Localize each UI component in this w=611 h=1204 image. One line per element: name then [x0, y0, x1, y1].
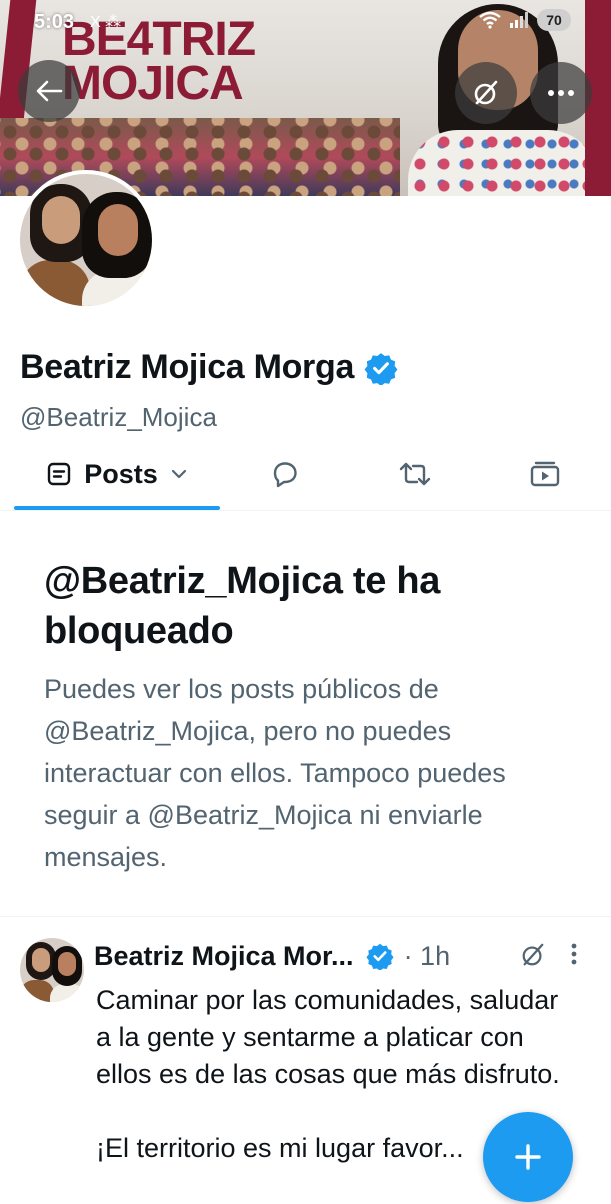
active-tab-indicator	[14, 506, 220, 510]
post-author-avatar[interactable]	[20, 938, 84, 1002]
divider	[0, 916, 611, 917]
post-timestamp[interactable]: · 1h	[404, 941, 451, 972]
blocked-notice-body: Puedes ver los posts públicos de @Beatri…	[44, 674, 506, 872]
more-options-button[interactable]	[530, 62, 592, 124]
post-header: Beatriz Mojica Mor... · 1h	[94, 936, 594, 976]
tab-replies[interactable]	[250, 440, 320, 508]
compose-post-button[interactable]	[483, 1112, 573, 1202]
grok-icon	[474, 80, 498, 105]
reply-bubble-icon	[273, 462, 297, 488]
banner-title-line2: MOJICA	[62, 57, 244, 110]
chevron-down-icon	[171, 469, 186, 479]
tab-reposts[interactable]	[380, 440, 450, 508]
back-arrow-icon	[36, 80, 63, 102]
tab-posts-label: Posts	[84, 458, 158, 489]
compose-plus-icon	[515, 1144, 541, 1170]
profile-handle: @Beatriz_Mojica	[20, 402, 217, 432]
media-icon	[530, 461, 560, 487]
wifi-icon	[479, 11, 501, 29]
signal-icon	[510, 12, 528, 28]
status-bar: 5:03 X ⁂ 70	[0, 0, 611, 44]
profile-display-name: Beatriz Mojica Morga	[20, 348, 398, 387]
more-horizontal-icon	[548, 90, 574, 96]
profile-avatar[interactable]	[16, 170, 156, 310]
back-button[interactable]	[18, 60, 80, 122]
post-more-button[interactable]	[570, 942, 578, 973]
post-text-paragraph: Caminar por las comunidades, saludar a l…	[96, 985, 560, 1089]
tab-media[interactable]	[510, 440, 580, 508]
more-vertical-icon	[571, 943, 577, 965]
verified-badge-icon[interactable]	[364, 351, 398, 385]
post-verified	[366, 942, 394, 970]
tab-posts[interactable]: Posts	[14, 440, 220, 508]
grok-icon	[522, 943, 544, 966]
blocked-notice-title: @Beatriz_Mojica te ha bloqueado	[44, 560, 441, 652]
profile-tabs: Posts	[0, 440, 611, 511]
grok-button[interactable]	[455, 62, 517, 124]
status-time: 5:03	[34, 11, 75, 33]
post-grok-button[interactable]	[520, 942, 546, 975]
post-author-name[interactable]: Beatriz Mojica Mor...	[94, 941, 354, 972]
notification-icons: X ⁂	[90, 14, 122, 31]
posts-list-icon	[48, 462, 71, 486]
battery-indicator: 70	[537, 9, 571, 31]
repost-icon	[399, 462, 431, 486]
verified-badge-icon	[366, 943, 394, 970]
display-name-text: Beatriz Mojica Morga	[20, 348, 355, 386]
